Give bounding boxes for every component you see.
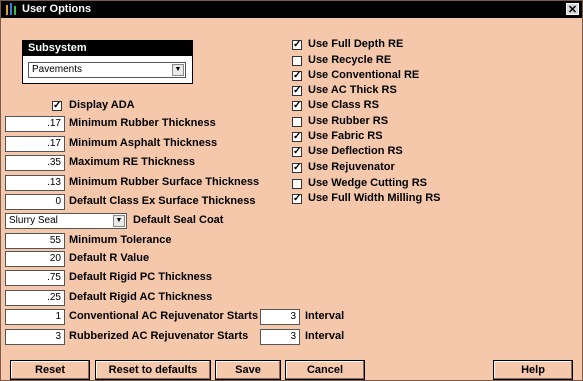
default-rigid-ac-thickness-label: Default Rigid AC Thickness [69, 291, 213, 303]
user-options-window: User Options ✕ Subsystem Pavements ▼ ✓ D… [0, 0, 583, 381]
full-depth-re-checkbox[interactable]: ✓ [292, 40, 302, 50]
subsystem-value: Pavements [32, 64, 83, 75]
app-icon [6, 3, 16, 15]
default-class-ex-surface-thickness-input[interactable]: 0 [5, 194, 65, 210]
rubber-rs-checkbox[interactable] [292, 117, 302, 127]
check-icon: ✓ [293, 70, 302, 81]
check-icon: ✓ [293, 100, 302, 111]
wedge-cutting-rs-label: Use Wedge Cutting RS [308, 177, 427, 189]
subsystem-group: Subsystem Pavements ▼ [22, 40, 193, 84]
seal-coat-select[interactable]: Slurry Seal ▼ [5, 213, 127, 229]
fabric-rs-checkbox[interactable]: ✓ [292, 132, 302, 142]
check-icon: ✓ [293, 39, 302, 50]
seal-coat-label: Default Seal Coat [133, 214, 224, 226]
fabric-rs-label: Use Fabric RS [308, 130, 383, 142]
check-icon: ✓ [293, 131, 302, 142]
default-class-ex-surface-thickness-label: Default Class Ex Surface Thickness [69, 195, 256, 207]
min-asphalt-thickness-input[interactable]: .17 [5, 136, 65, 152]
max-re-thickness-input[interactable]: .35 [5, 155, 65, 171]
class-rs-checkbox[interactable]: ✓ [292, 101, 302, 111]
display-ada-checkbox[interactable]: ✓ [52, 101, 62, 111]
check-icon: ✓ [293, 146, 302, 157]
seal-coat-value: Slurry Seal [9, 215, 58, 226]
default-r-value-input[interactable]: 20 [5, 251, 65, 267]
ac-thick-rs-label: Use AC Thick RS [308, 84, 397, 96]
min-rubber-surface-thickness-input[interactable]: .13 [5, 175, 65, 191]
subsystem-select[interactable]: Pavements ▼ [28, 62, 186, 78]
help-button[interactable]: Help [493, 360, 573, 380]
rubberized-rejuvenator-start-input[interactable]: 3 [5, 329, 65, 345]
deflection-rs-checkbox[interactable]: ✓ [292, 147, 302, 157]
default-r-value-label: Default R Value [69, 252, 150, 264]
deflection-rs-label: Use Deflection RS [308, 145, 403, 157]
check-icon: ✓ [293, 193, 302, 204]
full-depth-re-label: Use Full Depth RE [308, 38, 404, 50]
title-bar: User Options ✕ [1, 1, 582, 18]
min-tolerance-label: Minimum Tolerance [69, 234, 172, 246]
window-title: User Options [22, 3, 92, 15]
default-rigid-ac-thickness-input[interactable]: .25 [5, 290, 65, 306]
save-button[interactable]: Save [215, 360, 281, 380]
min-rubber-surface-thickness-label: Minimum Rubber Surface Thickness [69, 176, 260, 188]
min-rubber-thickness-label: Minimum Rubber Thickness [69, 117, 216, 129]
reset-to-defaults-button[interactable]: Reset to defaults [95, 360, 211, 380]
max-re-thickness-label: Maximum RE Thickness [69, 156, 195, 168]
min-tolerance-input[interactable]: 55 [5, 233, 65, 249]
check-icon: ✓ [293, 85, 302, 96]
rubberized-rejuvenator-interval-input[interactable]: 3 [260, 329, 300, 345]
conventional-rejuvenator-start-input[interactable]: 1 [5, 309, 65, 325]
full-width-milling-rs-checkbox[interactable]: ✓ [292, 194, 302, 204]
chevron-down-icon[interactable]: ▼ [172, 64, 184, 76]
conventional-rejuvenator-interval-input[interactable]: 3 [260, 309, 300, 325]
rejuvenator-checkbox[interactable]: ✓ [292, 163, 302, 173]
recycle-re-checkbox[interactable] [292, 56, 302, 66]
subsystem-label: Subsystem [23, 41, 192, 56]
rubberized-rejuvenator-start-label: Rubberized AC Rejuvenator Starts [69, 330, 249, 342]
conventional-re-label: Use Conventional RE [308, 69, 420, 81]
display-ada-label: Display ADA [69, 99, 135, 111]
min-rubber-thickness-input[interactable]: .17 [5, 116, 65, 132]
conventional-rejuvenator-interval-label: Interval [305, 310, 345, 322]
check-icon: ✓ [53, 100, 62, 111]
wedge-cutting-rs-checkbox[interactable] [292, 179, 302, 189]
rubberized-rejuvenator-interval-label: Interval [305, 330, 345, 342]
default-rigid-pc-thickness-label: Default Rigid PC Thickness [69, 271, 213, 283]
rubber-rs-label: Use Rubber RS [308, 115, 389, 127]
conventional-rejuvenator-start-label: Conventional AC Rejuvenator Starts [69, 310, 259, 322]
check-icon: ✓ [293, 162, 302, 173]
chevron-down-icon[interactable]: ▼ [113, 215, 125, 227]
close-icon[interactable]: ✕ [566, 3, 579, 16]
cancel-button[interactable]: Cancel [285, 360, 365, 380]
reset-button[interactable]: Reset [10, 360, 90, 380]
min-asphalt-thickness-label: Minimum Asphalt Thickness [69, 137, 218, 149]
class-rs-label: Use Class RS [308, 99, 379, 111]
ac-thick-rs-checkbox[interactable]: ✓ [292, 86, 302, 96]
rejuvenator-label: Use Rejuvenator [308, 161, 395, 173]
recycle-re-label: Use Recycle RE [308, 54, 392, 66]
conventional-re-checkbox[interactable]: ✓ [292, 71, 302, 81]
default-rigid-pc-thickness-input[interactable]: .75 [5, 270, 65, 286]
full-width-milling-rs-label: Use Full Width Milling RS [308, 192, 441, 204]
